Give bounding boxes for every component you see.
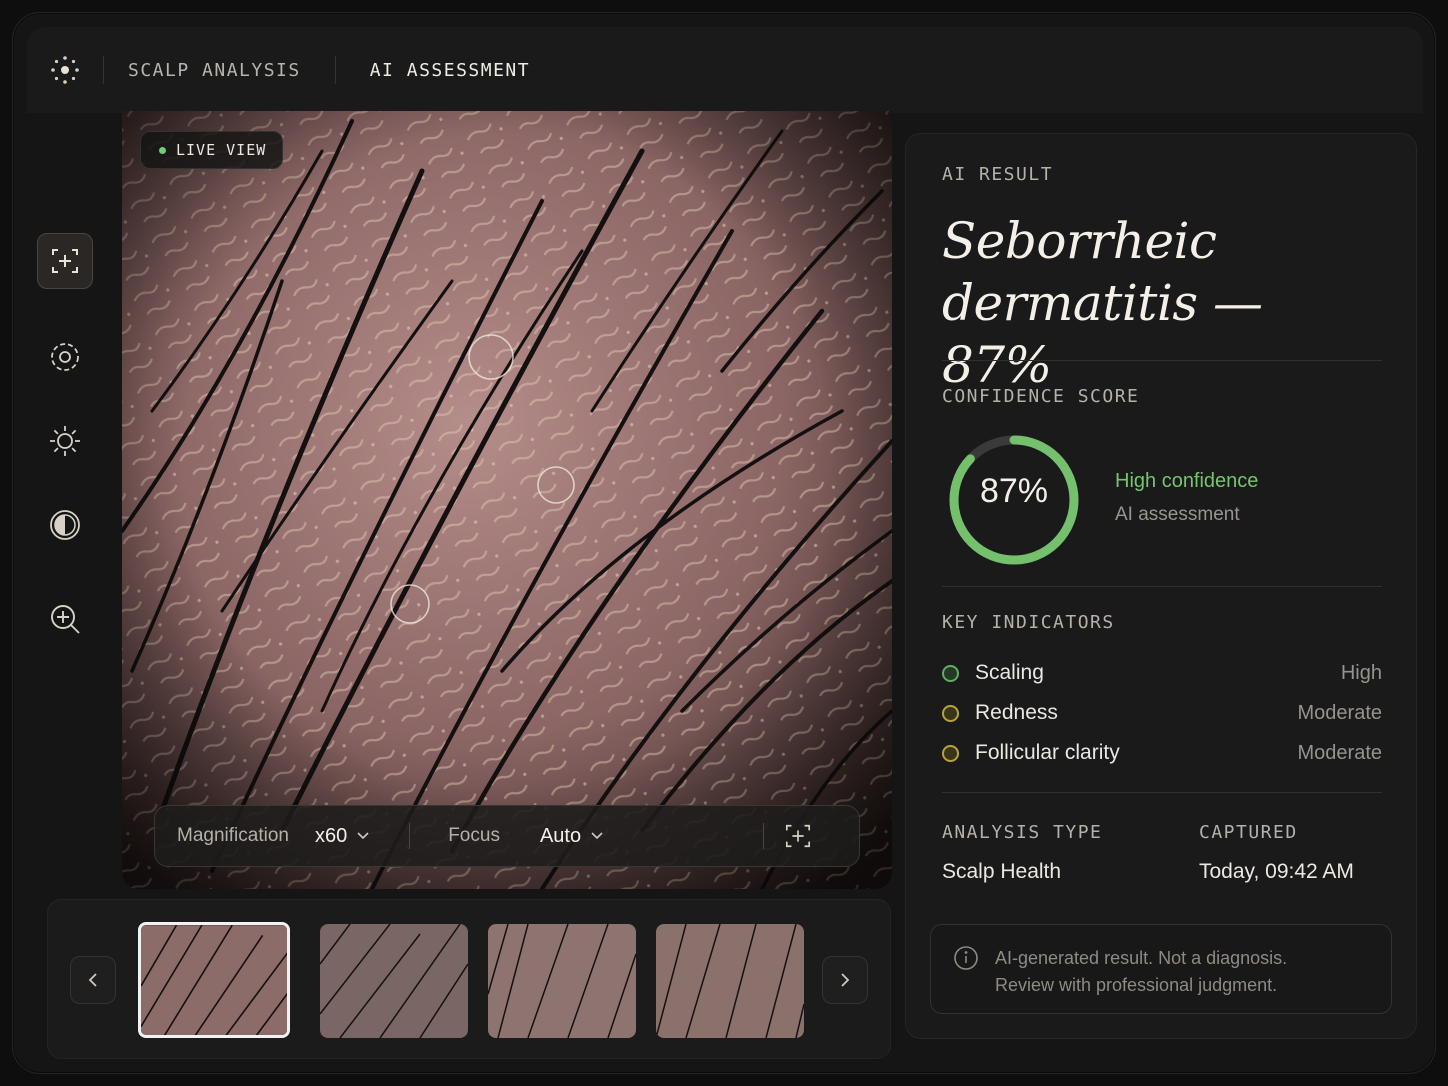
thumbnail-2[interactable]: [320, 924, 468, 1038]
divider: [942, 360, 1382, 361]
live-indicator-dot: [159, 146, 166, 154]
focus-value: Auto: [539, 824, 582, 847]
chevron-right-icon: [841, 973, 850, 987]
thumbnail-1[interactable]: [138, 922, 290, 1038]
top-bar: SCALP ANALYSIS AI ASSESSMENT: [27, 27, 1423, 113]
contrast-icon: [50, 510, 80, 540]
confidence-value: 87%: [979, 472, 1049, 510]
captured-label: CAPTURED: [1199, 822, 1298, 843]
indicator-row: Scaling High: [942, 658, 1382, 688]
indicator-value: High: [1340, 661, 1382, 684]
capture-button[interactable]: [784, 822, 812, 850]
status-dot: [942, 704, 959, 722]
focus-select[interactable]: Auto: [540, 825, 603, 848]
brightness-icon: [50, 426, 80, 456]
indicator-value: Moderate: [1297, 701, 1383, 724]
key-indicators-heading: KEY INDICATORS: [942, 612, 1115, 633]
live-view-label: LIVE VIEW: [176, 141, 267, 159]
analysis-type-label: ANALYSIS TYPE: [942, 822, 1103, 843]
chevron-down-icon: [591, 832, 603, 840]
disclaimer-box: AI-generated result. Not a diagnosis. Re…: [930, 924, 1392, 1014]
indicator-value: Moderate: [1297, 741, 1383, 764]
previous-button[interactable]: [70, 956, 116, 1004]
focus-capture-button[interactable]: [37, 233, 93, 289]
thumbnail-3[interactable]: [488, 924, 636, 1038]
magnification-value: x60: [314, 824, 348, 847]
zoom-in-button[interactable]: [37, 591, 93, 647]
thumbnail-image: [320, 924, 468, 1038]
scalp-image: [122, 111, 892, 889]
focus-capture-icon: [52, 249, 78, 273]
thumbnail-image: [656, 924, 804, 1038]
magnification-label: Magnification: [177, 825, 289, 846]
chevron-left-icon: [88, 973, 97, 987]
confidence-level: High confidence: [1115, 470, 1259, 492]
thumbnail-strip: [47, 899, 891, 1059]
confidence-source: AI assessment: [1115, 504, 1240, 525]
info-icon: [953, 945, 979, 976]
zoom-in-icon: [51, 605, 80, 634]
breadcrumb-scalp-analysis[interactable]: SCALP ANALYSIS: [104, 60, 335, 81]
divider: [942, 792, 1382, 793]
contrast-button[interactable]: [37, 497, 93, 553]
confidence-score-heading: CONFIDENCE SCORE: [942, 386, 1140, 407]
viewer-control-bar: Magnification x60 Focus Auto: [154, 805, 860, 867]
app-window: SCALP ANALYSIS AI ASSESSMENT LIVE VIEW M…: [12, 12, 1436, 1074]
microscope-viewer[interactable]: LIVE VIEW Magnification x60 Focus Auto: [122, 111, 892, 889]
disclaimer-line-1: AI-generated result. Not a diagnosis.: [995, 948, 1288, 968]
breadcrumb-ai-assessment[interactable]: AI ASSESSMENT: [336, 60, 564, 81]
thumbnail-4[interactable]: [656, 924, 804, 1038]
indicator-name: Scaling: [975, 661, 1044, 684]
focus-capture-icon: [786, 824, 811, 848]
ai-result-heading: AI RESULT: [942, 164, 1054, 185]
focus-label: Focus: [448, 825, 500, 846]
target-scan-icon: [51, 343, 79, 371]
next-button[interactable]: [822, 956, 868, 1004]
divider: [763, 823, 765, 849]
app-logo-icon[interactable]: [27, 53, 103, 87]
thumbnail-image: [141, 925, 287, 1035]
ai-result-panel: AI RESULT Seborrheic dermatitis — 87% CO…: [905, 133, 1417, 1039]
brightness-button[interactable]: [37, 413, 93, 469]
disclaimer-line-2: Review with professional judgment.: [995, 975, 1278, 995]
status-dot: [942, 664, 959, 682]
indicator-row: Follicular clarity Moderate: [942, 738, 1382, 768]
target-scan-button[interactable]: [37, 329, 93, 385]
status-dot: [942, 744, 959, 762]
magnification-select[interactable]: x60: [315, 825, 369, 848]
live-view-badge: LIVE VIEW: [140, 131, 284, 169]
indicator-row: Redness Moderate: [942, 698, 1382, 728]
divider: [409, 823, 411, 849]
indicator-name: Redness: [975, 701, 1058, 724]
captured-value: Today, 09:42 AM: [1199, 860, 1354, 883]
indicator-name: Follicular clarity: [975, 741, 1120, 764]
diagnosis-title: Seborrheic dermatitis — 87%: [942, 212, 1263, 394]
thumbnail-image: [488, 924, 636, 1038]
analysis-type-value: Scalp Health: [942, 860, 1062, 883]
divider: [942, 586, 1382, 587]
chevron-down-icon: [357, 832, 369, 840]
